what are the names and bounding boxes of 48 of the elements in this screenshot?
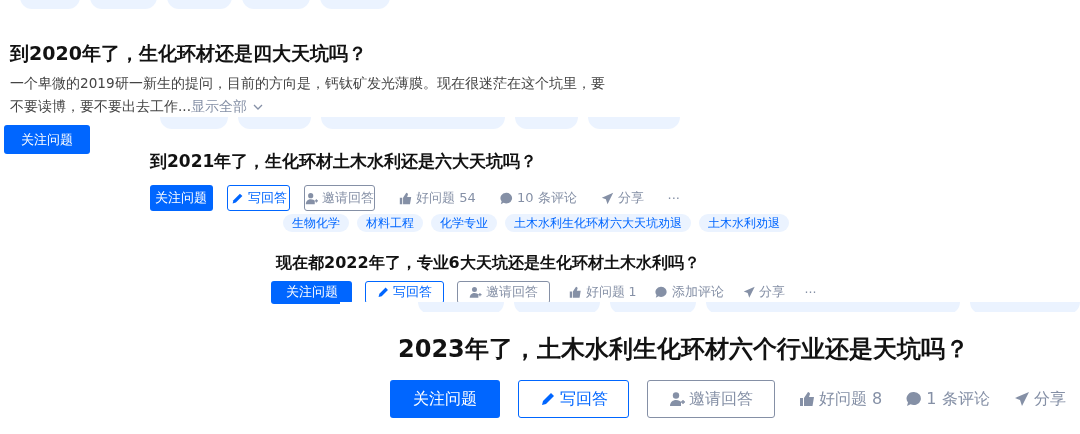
person-plus-icon	[469, 286, 482, 299]
pencil-icon	[230, 191, 244, 205]
question-title[interactable]: 2023年了，土木水利生化环材六个行业还是天坑吗？	[398, 334, 1080, 364]
pencil-icon	[376, 286, 390, 299]
pencil-icon	[539, 391, 556, 407]
comment-button[interactable]: 添加评论	[655, 284, 724, 301]
comment-icon	[655, 286, 668, 299]
chevron-down-icon	[252, 104, 263, 110]
follow-button[interactable]: 关注问题	[4, 125, 90, 154]
comment-button[interactable]: 1 条评论	[906, 388, 990, 410]
more-button[interactable]: ···	[804, 285, 817, 300]
share-button[interactable]: 分享	[600, 189, 644, 207]
topic-tag[interactable]: 材料工程	[357, 214, 423, 232]
thumbs-up-icon	[569, 286, 582, 299]
follow-button[interactable]: 关注问题	[271, 281, 352, 304]
invite-button[interactable]: 邀请回答	[647, 380, 775, 418]
more-button[interactable]: ···	[667, 190, 680, 206]
comment-button[interactable]: 10 条评论	[499, 189, 577, 207]
topic-tag[interactable]: 土木水利生化环材六大天坑劝退	[505, 214, 691, 232]
topic-tag[interactable]: 生物化学	[283, 214, 349, 232]
paper-plane-icon	[600, 191, 614, 205]
comment-icon	[906, 391, 923, 407]
follow-button[interactable]: 关注问题	[150, 185, 213, 211]
share-button[interactable]: 分享	[742, 284, 786, 301]
question-title[interactable]: 到2020年了，生化环材还是四大天坑吗？	[10, 41, 620, 65]
paper-plane-icon	[742, 286, 756, 299]
share-button[interactable]: 分享	[1013, 388, 1066, 410]
paper-plane-icon	[1013, 391, 1030, 407]
like-button[interactable]: 好问题 1	[569, 284, 637, 301]
question-title[interactable]: 现在都2022年了，专业6大天坑还是生化环材土木水利吗？	[276, 252, 1080, 274]
question-description: 一个卑微的2019研一新生的提问，目前的方向是，钙钛矿发光薄膜。现在很迷茫在这个坑里，要不要读博，要不要出去工作...显示全部	[10, 74, 606, 116]
question-title[interactable]: 到2021年了，生化环材土木水利还是六大天坑吗？	[150, 149, 680, 173]
answer-button[interactable]: 写回答	[226, 185, 291, 211]
topic-tag[interactable]: 化学专业	[431, 214, 497, 232]
comment-icon	[499, 191, 513, 205]
thumbs-up-icon	[799, 391, 815, 407]
like-button[interactable]: 好问题 54	[399, 189, 476, 207]
like-button[interactable]: 好问题 8	[799, 388, 883, 410]
follow-button[interactable]: 关注问题	[390, 380, 500, 418]
person-plus-icon	[669, 391, 685, 407]
person-plus-icon	[305, 191, 319, 205]
invite-button[interactable]: 邀请回答	[304, 185, 376, 211]
thumbs-up-icon	[399, 191, 413, 205]
topic-tag[interactable]: 土木水利劝退	[699, 214, 789, 232]
invite-button[interactable]: 邀请回答	[457, 281, 550, 304]
answer-button[interactable]: 写回答	[365, 281, 444, 304]
expand-link[interactable]: 显示全部	[190, 98, 263, 114]
answer-button[interactable]: 写回答	[518, 380, 629, 418]
